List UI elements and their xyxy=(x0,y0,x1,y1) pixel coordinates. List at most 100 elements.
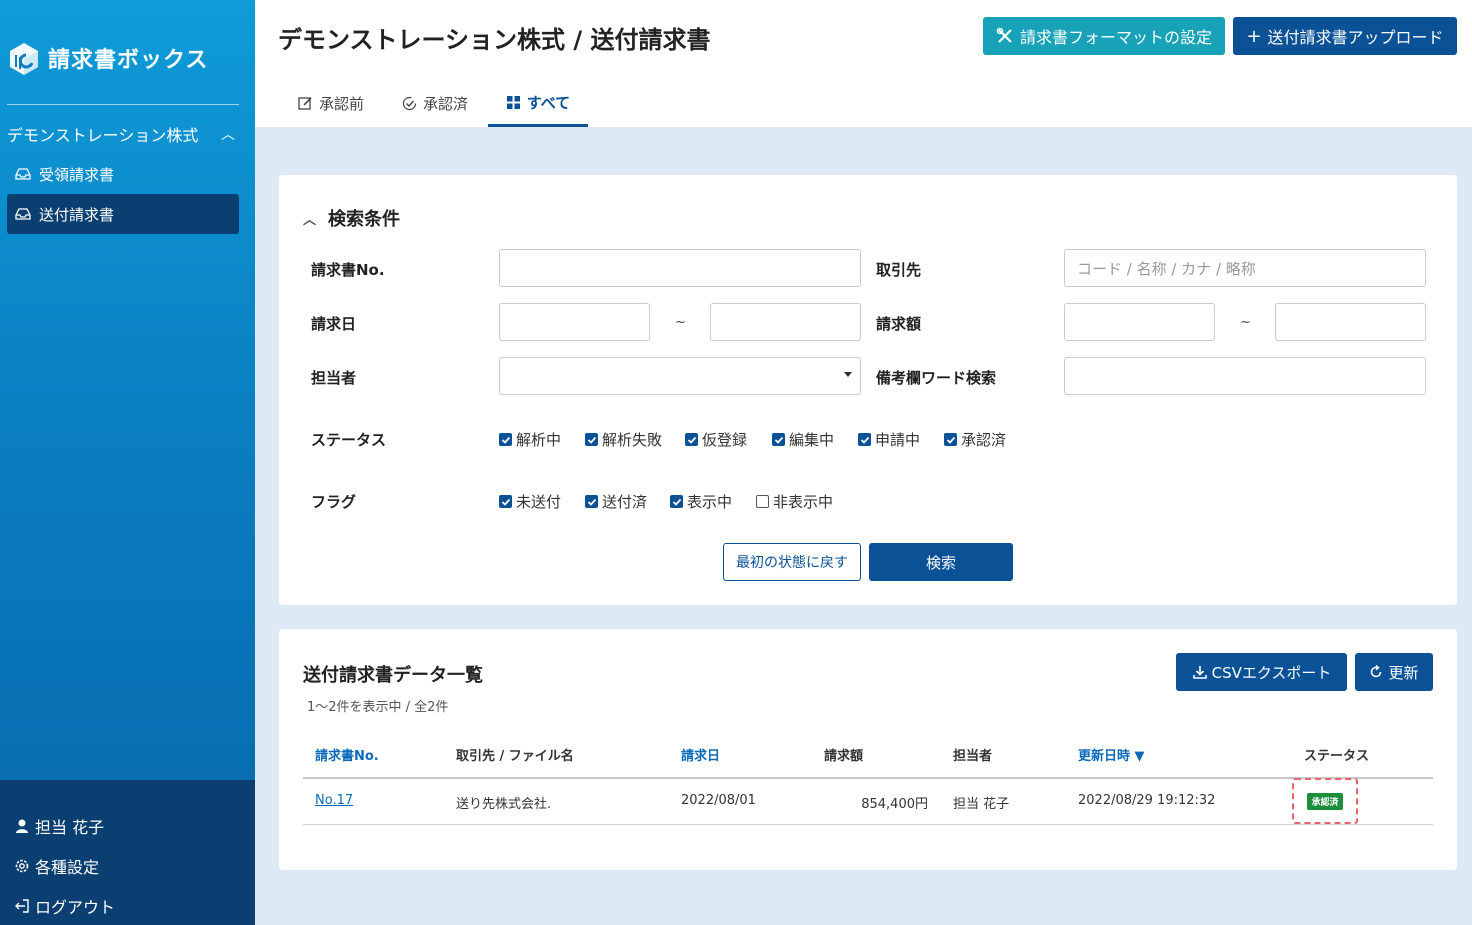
check-circle-icon xyxy=(402,96,417,111)
format-settings-button[interactable]: 請求書フォーマットの設定 xyxy=(983,17,1225,55)
amount-from-input[interactable] xyxy=(1064,303,1215,341)
reset-button[interactable]: 最初の状態に戻す xyxy=(723,543,861,581)
page-title: デモンストレーション株式 / 送付請求書 xyxy=(278,26,711,54)
checkbox-checked-icon[interactable] xyxy=(499,433,512,446)
checkbox-label: 表示中 xyxy=(687,493,733,511)
column-header-status: ステータス xyxy=(1304,749,1370,764)
tab-before-approval[interactable]: 承認前 xyxy=(291,80,371,127)
logo[interactable]: 請求書ボックス xyxy=(8,40,208,76)
column-header-owner: 担当者 xyxy=(953,749,993,764)
csv-export-label: CSVエクスポート xyxy=(1211,663,1332,682)
sidebar: 請求書ボックス デモンストレーション株式 ︿ 受領請求書 送付請求書 担当 花子… xyxy=(0,0,255,925)
status-checkbox[interactable]: 申請中 xyxy=(858,429,920,450)
status-checkbox[interactable]: 編集中 xyxy=(772,429,834,450)
column-header-amount: 請求額 xyxy=(824,749,864,764)
company-name: デモンストレーション株式 xyxy=(7,126,199,145)
column-header-partner: 取引先 / ファイル名 xyxy=(456,749,574,764)
invoice-list-panel: 送付請求書データ一覧 1〜2件を表示中 / 全2件 CSVエクスポート 更新 請… xyxy=(279,629,1457,870)
invoice-no-input[interactable] xyxy=(499,249,861,287)
edit-icon xyxy=(298,97,312,110)
column-header-date[interactable]: 請求日 xyxy=(681,745,720,764)
user-menu[interactable]: 担当 花子 xyxy=(14,814,104,838)
date-from-input[interactable] xyxy=(499,303,650,341)
flag-checkbox[interactable]: 送付済 xyxy=(585,491,647,512)
refresh-button[interactable]: 更新 xyxy=(1355,653,1433,691)
amount-to-input[interactable] xyxy=(1275,303,1426,341)
flag-label: フラグ xyxy=(311,493,357,511)
checkbox-checked-icon[interactable] xyxy=(670,495,683,508)
table-header-divider xyxy=(303,777,1433,779)
flag-checkbox[interactable]: 非表示中 xyxy=(756,491,833,512)
partner-label: 取引先 xyxy=(876,261,922,279)
status-checkbox[interactable]: 承認済 xyxy=(944,429,1006,450)
status-label: ステータス xyxy=(311,431,387,449)
checkbox-label: 解析中 xyxy=(516,431,562,449)
grid-icon xyxy=(506,95,520,109)
chevron-up-icon: ︿ xyxy=(221,127,235,143)
user-name: 担当 花子 xyxy=(35,818,105,837)
checkbox-label: 送付済 xyxy=(602,493,648,511)
user-icon xyxy=(16,819,28,833)
tab-label: 承認前 xyxy=(318,95,364,113)
settings-link[interactable]: 各種設定 xyxy=(14,854,99,878)
plus-icon: + xyxy=(1246,25,1262,47)
flag-checkbox[interactable]: 表示中 xyxy=(670,491,732,512)
owner-label: 担当者 xyxy=(311,369,357,387)
date-label: 請求日 xyxy=(311,315,357,333)
memo-label: 備考欄ワード検索 xyxy=(876,369,997,387)
checkbox-label: 編集中 xyxy=(789,431,835,449)
tab-approved[interactable]: 承認済 xyxy=(395,80,475,127)
list-title: 送付請求書データ一覧 xyxy=(303,665,483,686)
range-separator: ~ xyxy=(1240,315,1251,330)
partner-cell: 送り先株式会社. xyxy=(456,797,552,812)
checkbox-unchecked-icon[interactable] xyxy=(756,495,769,508)
checkbox-label: 非表示中 xyxy=(773,493,834,511)
owner-select[interactable] xyxy=(499,357,861,395)
range-separator: ~ xyxy=(675,315,686,330)
checkbox-checked-icon[interactable] xyxy=(685,433,698,446)
tab-all[interactable]: すべて xyxy=(488,80,588,127)
sidebar-item-sent[interactable]: 送付請求書 xyxy=(7,194,239,234)
checkbox-label: 承認済 xyxy=(961,431,1007,449)
column-header-invoice-no[interactable]: 請求書No. xyxy=(315,745,379,764)
page-header: デモンストレーション株式 / 送付請求書 請求書フォーマットの設定 + 送付請求… xyxy=(255,0,1472,127)
status-checkbox[interactable]: 解析失敗 xyxy=(585,429,662,450)
date-to-input[interactable] xyxy=(710,303,861,341)
tab-label: 承認済 xyxy=(422,95,468,113)
logout-link[interactable]: ログアウト xyxy=(14,894,115,918)
checkbox-checked-icon[interactable] xyxy=(772,433,785,446)
search-panel-toggle[interactable]: ︿ 検索条件 xyxy=(303,205,400,231)
invoice-no-label: 請求書No. xyxy=(311,261,385,279)
sidebar-item-label: 送付請求書 xyxy=(39,205,115,224)
upload-button[interactable]: + 送付請求書アップロード xyxy=(1233,17,1457,55)
sidebar-item-label: 受領請求書 xyxy=(39,165,115,184)
logo-text: 請求書ボックス xyxy=(48,48,209,73)
flag-checkbox[interactable]: 未送付 xyxy=(499,491,561,512)
upload-label: 送付請求書アップロード xyxy=(1267,28,1444,47)
checkbox-checked-icon[interactable] xyxy=(585,495,598,508)
status-checkbox[interactable]: 解析中 xyxy=(499,429,561,450)
status-checkbox[interactable]: 仮登録 xyxy=(685,429,747,450)
sidebar-item-received[interactable]: 受領請求書 xyxy=(7,154,239,194)
settings-label: 各種設定 xyxy=(35,858,100,877)
partner-input[interactable]: コード / 名称 / カナ / 略称 xyxy=(1064,249,1426,287)
checkbox-checked-icon[interactable] xyxy=(585,433,598,446)
inbox-icon xyxy=(15,168,31,180)
checkbox-checked-icon[interactable] xyxy=(858,433,871,446)
csv-export-button[interactable]: CSVエクスポート xyxy=(1176,653,1347,691)
search-button[interactable]: 検索 xyxy=(869,543,1013,581)
amount-cell: 854,400円 xyxy=(861,797,928,812)
logout-icon xyxy=(15,899,29,913)
checkbox-label: 未送付 xyxy=(516,493,562,511)
list-count: 1〜2件を表示中 / 全2件 xyxy=(307,700,449,715)
owner-cell: 担当 花子 xyxy=(953,797,1010,812)
checkbox-checked-icon[interactable] xyxy=(944,433,957,446)
column-header-updated[interactable]: 更新日時 ▼ xyxy=(1078,745,1145,764)
gear-icon xyxy=(15,859,29,873)
checkbox-checked-icon[interactable] xyxy=(499,495,512,508)
invoice-no-link[interactable]: No.17 xyxy=(315,793,353,808)
table-row-divider xyxy=(303,824,1433,825)
memo-input[interactable] xyxy=(1064,357,1426,395)
company-toggle[interactable]: デモンストレーション株式 ︿ xyxy=(7,122,239,146)
checkbox-label: 解析失敗 xyxy=(602,431,663,449)
